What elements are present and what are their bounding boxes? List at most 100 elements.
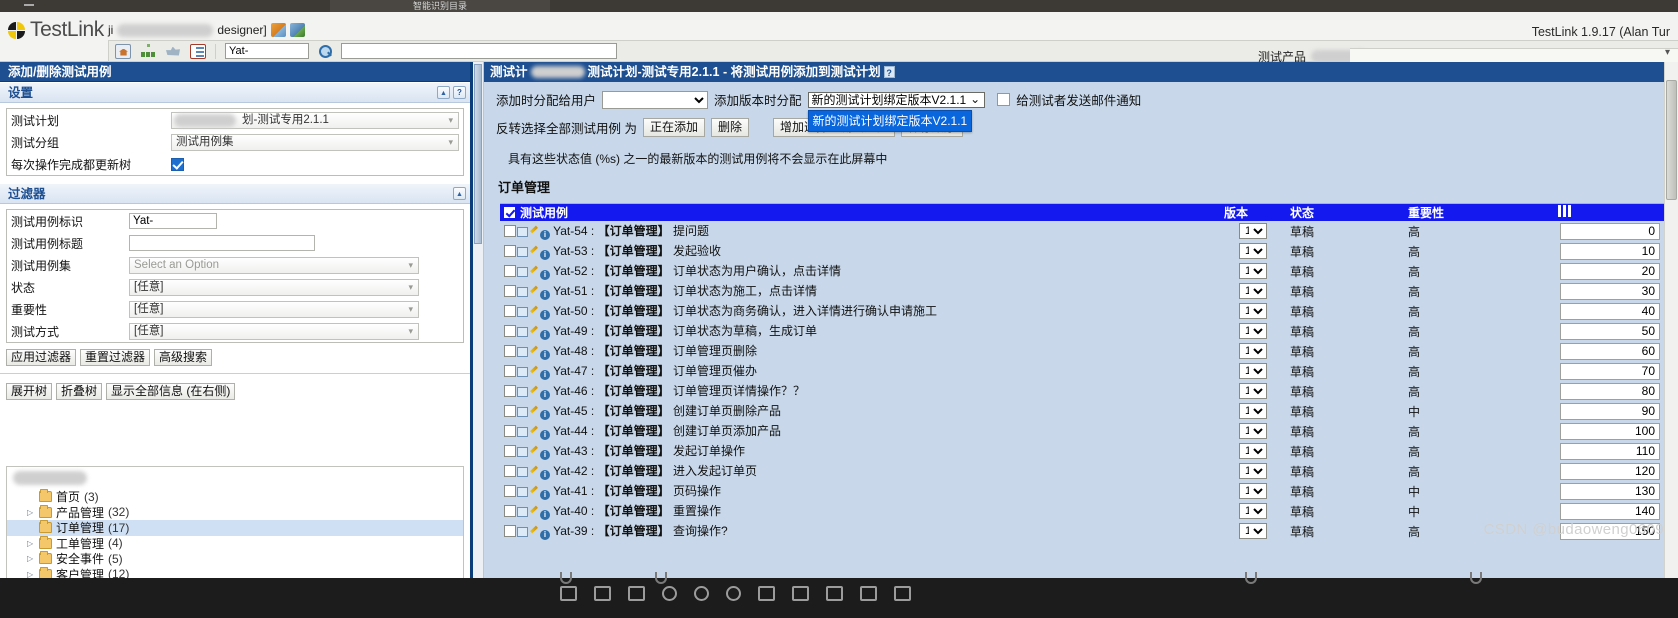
collapse-tree-button[interactable]: 折叠树 bbox=[56, 383, 103, 400]
version-select[interactable]: 1 bbox=[1239, 463, 1267, 479]
app-icon[interactable] bbox=[826, 586, 843, 601]
search-input[interactable] bbox=[341, 43, 617, 59]
order-input[interactable] bbox=[1560, 522, 1660, 540]
brand[interactable]: TestLink bbox=[8, 18, 104, 42]
order-input[interactable] bbox=[1560, 222, 1660, 240]
filter-id-input[interactable] bbox=[129, 213, 217, 229]
window-minimize-icon[interactable] bbox=[24, 4, 34, 6]
order-input[interactable] bbox=[1560, 462, 1660, 480]
row-checkbox[interactable] bbox=[504, 525, 516, 537]
document-icon[interactable] bbox=[190, 43, 206, 59]
version-select[interactable]: 1 bbox=[1239, 263, 1267, 279]
user-switch-icon[interactable] bbox=[270, 23, 286, 37]
info-icon[interactable]: i bbox=[540, 490, 550, 500]
app-icon[interactable] bbox=[662, 586, 677, 601]
info-icon[interactable]: i bbox=[540, 350, 550, 360]
edit-testcase-icon[interactable] bbox=[529, 347, 539, 357]
version-select[interactable]: 1 bbox=[1239, 363, 1267, 379]
collapse-icon[interactable] bbox=[453, 187, 466, 200]
home-icon[interactable] bbox=[115, 43, 131, 59]
view-testcase-icon[interactable] bbox=[517, 327, 528, 337]
version-select[interactable]: 1 bbox=[1239, 443, 1267, 459]
tree-item-home[interactable]: ▷ 首页 (3) bbox=[7, 489, 463, 505]
show-all-info-button[interactable]: 显示全部信息 (在右侧) bbox=[106, 383, 236, 400]
app-icon[interactable] bbox=[594, 586, 611, 601]
edit-testcase-icon[interactable] bbox=[529, 327, 539, 337]
test-product-select[interactable] bbox=[1350, 47, 1678, 63]
email-notify-checkbox[interactable] bbox=[997, 93, 1011, 106]
info-icon[interactable]: i bbox=[540, 370, 550, 380]
view-testcase-icon[interactable] bbox=[517, 467, 528, 477]
expand-arrow-icon[interactable]: ▷ bbox=[27, 508, 35, 517]
row-checkbox[interactable] bbox=[504, 425, 516, 437]
apply-filter-button[interactable]: 应用过滤器 bbox=[6, 349, 77, 366]
order-input[interactable] bbox=[1560, 482, 1660, 500]
reset-filter-button[interactable]: 重置过滤器 bbox=[80, 349, 151, 366]
page-scrollbar[interactable] bbox=[1664, 62, 1678, 578]
row-checkbox[interactable] bbox=[504, 245, 516, 257]
tree-icon[interactable] bbox=[140, 43, 156, 59]
edit-testcase-icon[interactable] bbox=[529, 227, 539, 237]
tree-item-work-order[interactable]: ▷ 工单管理 (4) bbox=[7, 535, 463, 552]
table-row[interactable]: i Yat-52 : 【订单管理】 订单状态为用户确认，点击详情 1 草稿 高 bbox=[500, 261, 1664, 281]
row-checkbox[interactable] bbox=[504, 285, 516, 297]
version-select[interactable]: 1 bbox=[1239, 383, 1267, 399]
table-row[interactable]: i Yat-54 : 【订单管理】 提问题 1 草稿 高 bbox=[500, 221, 1664, 241]
view-testcase-icon[interactable] bbox=[517, 527, 528, 537]
view-testcase-icon[interactable] bbox=[517, 387, 528, 397]
advanced-search-button[interactable]: 高级搜索 bbox=[154, 349, 213, 366]
row-checkbox[interactable] bbox=[504, 325, 516, 337]
expand-tree-button[interactable]: 展开树 bbox=[6, 383, 53, 400]
info-icon[interactable]: i bbox=[540, 430, 550, 440]
view-testcase-icon[interactable] bbox=[517, 367, 528, 377]
table-row[interactable]: i Yat-49 : 【订单管理】 订单状态为草稿，生成订单 1 草稿 高 bbox=[500, 321, 1664, 341]
edit-testcase-icon[interactable] bbox=[529, 247, 539, 257]
testcase-tree[interactable]: ▷ 首页 (3) ▷ 产品管理 (32) ▷ 订单管理 (17) ▷ 工单管理 bbox=[6, 466, 464, 578]
help-icon[interactable]: ? bbox=[883, 66, 895, 78]
table-row[interactable]: i Yat-40 : 【订单管理】 重置操作 1 草稿 中 bbox=[500, 501, 1664, 521]
settings-section-header[interactable]: 设置 ? bbox=[0, 82, 470, 103]
app-icon[interactable] bbox=[726, 586, 741, 601]
row-checkbox[interactable] bbox=[504, 345, 516, 357]
edit-testcase-icon[interactable] bbox=[529, 467, 539, 477]
table-row[interactable]: i Yat-50 : 【订单管理】 订单状态为商务确认，进入详情进行确认申请施工… bbox=[500, 301, 1664, 321]
filter-status-select[interactable]: [任意] bbox=[129, 278, 419, 296]
refresh-tree-checkbox[interactable] bbox=[171, 158, 184, 172]
row-checkbox[interactable] bbox=[504, 445, 516, 457]
info-icon[interactable]: i bbox=[540, 250, 550, 260]
scrollbar-thumb[interactable] bbox=[474, 64, 482, 244]
info-icon[interactable]: i bbox=[540, 230, 550, 240]
version-select[interactable]: 1 bbox=[1239, 343, 1267, 359]
testgroup-select[interactable]: 测试用例集 bbox=[171, 133, 459, 151]
table-row[interactable]: i Yat-42 : 【订单管理】 进入发起订单页 1 草稿 高 bbox=[500, 461, 1664, 481]
order-input[interactable] bbox=[1560, 362, 1660, 380]
view-testcase-icon[interactable] bbox=[517, 447, 528, 457]
view-testcase-icon[interactable] bbox=[517, 267, 528, 277]
tree-item-order-mgmt[interactable]: ▷ 订单管理 (17) bbox=[7, 520, 463, 536]
row-checkbox[interactable] bbox=[504, 405, 516, 417]
scrollbar-thumb[interactable] bbox=[1666, 80, 1677, 200]
version-select[interactable]: 1 bbox=[1239, 223, 1267, 239]
view-testcase-icon[interactable] bbox=[517, 407, 528, 417]
view-testcase-icon[interactable] bbox=[517, 427, 528, 437]
left-inner-scrollbar[interactable] bbox=[473, 62, 484, 578]
order-input[interactable] bbox=[1560, 502, 1660, 520]
order-input[interactable] bbox=[1560, 242, 1660, 260]
edit-testcase-icon[interactable] bbox=[529, 387, 539, 397]
table-row[interactable]: i Yat-45 : 【订单管理】 创建订单页删除产品 1 草稿 中 bbox=[500, 401, 1664, 421]
tree-item-product-mgmt[interactable]: ▷ 产品管理 (32) bbox=[7, 504, 463, 521]
info-icon[interactable]: i bbox=[540, 290, 550, 300]
version-select[interactable]: 1 bbox=[1239, 503, 1267, 519]
requirements-icon[interactable] bbox=[165, 44, 181, 59]
info-icon[interactable]: i bbox=[540, 270, 550, 280]
order-input[interactable] bbox=[1560, 322, 1660, 340]
app-icon[interactable] bbox=[860, 586, 877, 601]
order-input[interactable] bbox=[1560, 302, 1660, 320]
row-checkbox[interactable] bbox=[504, 485, 516, 497]
row-checkbox[interactable] bbox=[504, 465, 516, 477]
os-tab-title[interactable]: 智能识别目录 bbox=[330, 0, 550, 12]
version-select[interactable]: 1 bbox=[1239, 403, 1267, 419]
view-testcase-icon[interactable] bbox=[517, 247, 528, 257]
tree-item-security-event[interactable]: ▷ 安全事件 (5) bbox=[7, 551, 463, 567]
order-input[interactable] bbox=[1560, 402, 1660, 420]
